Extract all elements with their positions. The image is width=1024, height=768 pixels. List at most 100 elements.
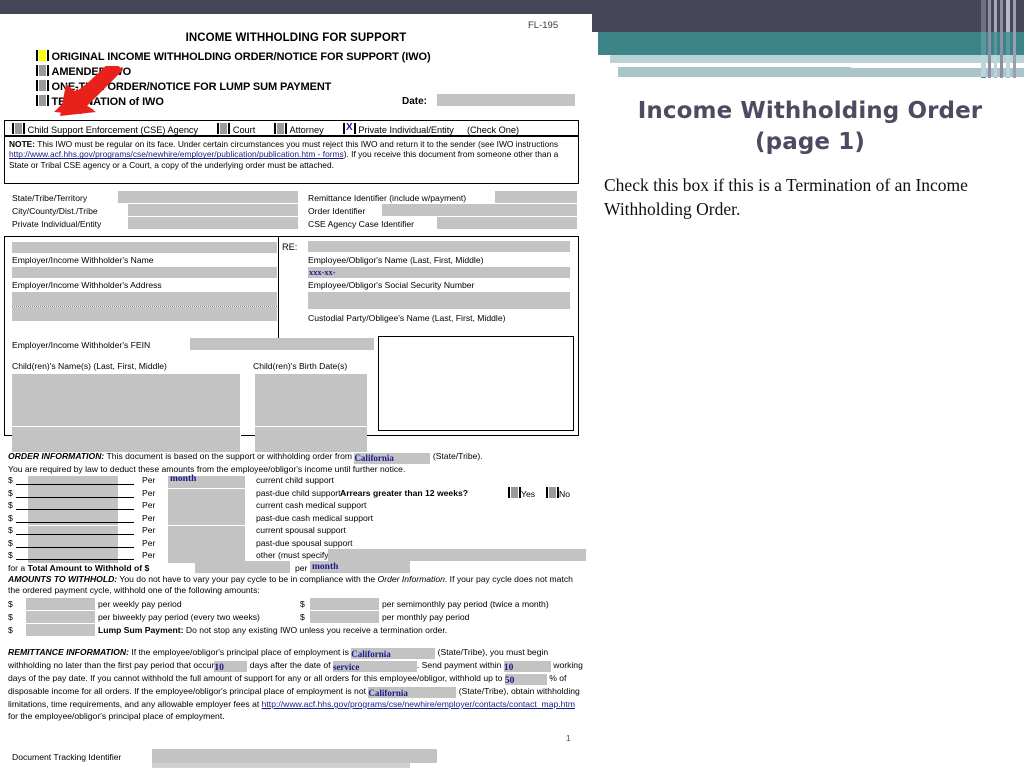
checkbox-attorney[interactable] — [274, 123, 288, 134]
semimonthly-amount-label: per semimonthly pay period (twice a mont… — [382, 599, 549, 609]
total-per-value: month — [312, 562, 339, 572]
arrears-yes-label: Yes — [521, 488, 536, 499]
checkbox-arrears-yes[interactable] — [508, 486, 521, 498]
iwo-form-image: FL-195 INCOME WITHHOLDING FOR SUPPORT OR… — [0, 14, 592, 768]
private-individual-entity-field[interactable] — [128, 217, 298, 229]
remittance-information-block: REMITTANCE INFORMATION: If the employee/… — [8, 646, 586, 722]
employer-address-line-3[interactable] — [12, 307, 277, 321]
remittance-link[interactable]: http://www.acf.hhs.gov/programs/cse/newh… — [262, 699, 575, 709]
lump-sum-amount-field[interactable] — [26, 624, 95, 636]
order-type-row-0[interactable]: ORIGINAL INCOME WITHHOLDING ORDER/NOTICE… — [36, 50, 431, 63]
employer-name-field[interactable] — [12, 242, 277, 253]
children-names-label: Child(ren)'s Name(s) (Last, First, Middl… — [12, 361, 167, 371]
remittance-state-2[interactable]: California — [368, 688, 408, 698]
total-per-label: per — [295, 563, 308, 573]
remittance-days-2[interactable]: 10 — [504, 663, 514, 673]
order-row-2-per-label: Per — [142, 500, 156, 510]
document-tracking-field[interactable] — [152, 749, 437, 763]
city-county-dist-tribe-label: City/County/Dist./Tribe — [12, 206, 98, 216]
sender-type-row[interactable]: Child Support Enforcement (CSE) Agency C… — [4, 120, 579, 136]
order-information-intro-1: This document is based on the support or… — [106, 451, 353, 461]
page-number: 1 — [566, 734, 571, 743]
weekly-amount-label: per weekly pay period — [98, 599, 182, 609]
order-information-state[interactable]: California — [354, 453, 394, 463]
checkbox-cse-agency[interactable] — [12, 123, 25, 134]
slide-title-line-1: Income Withholding Order — [637, 98, 983, 124]
employee-ssn-field[interactable]: xxx-xx- — [308, 267, 570, 278]
date-field[interactable] — [437, 94, 575, 106]
total-per-field[interactable]: month — [310, 561, 410, 573]
cse-case-identifier-label: CSE Agency Case Identifier — [308, 219, 415, 229]
biweekly-amount-label: per biweekly pay period (every two weeks… — [98, 612, 260, 622]
order-information-block: ORDER INFORMATION: This document is base… — [8, 451, 588, 475]
accent-stripe-4 — [1000, 0, 1003, 78]
children-names-field-2[interactable] — [12, 427, 240, 452]
order-row-3: $ Per past-due cash medical support — [8, 512, 374, 523]
semimonthly-amount-field[interactable] — [310, 598, 379, 610]
city-county-dist-tribe-field[interactable] — [128, 204, 298, 216]
header-band-pale-1 — [610, 55, 1024, 63]
order-rows: $ Per month current child support $ Per … — [8, 474, 588, 563]
order-row-6: $ Per other (must specify) — [8, 549, 588, 563]
remittance-identifier-field[interactable] — [495, 191, 577, 203]
checkbox-arrears-no[interactable] — [546, 486, 559, 498]
checkbox-court[interactable] — [217, 123, 231, 134]
remittance-days-1[interactable]: 10 — [214, 663, 224, 673]
amounts-to-withhold-intro: AMOUNTS TO WITHHOLD: You do not have to … — [8, 574, 586, 596]
private-individual-entity-label: Private Individual/Entity — [12, 219, 102, 229]
total-amount-line: for a Total Amount to Withhold of $ — [8, 563, 149, 573]
total-amount-field[interactable] — [195, 561, 290, 573]
remittance-identifier-label: Remittance Identifier (include w/payment… — [308, 193, 467, 203]
employer-address-field[interactable] — [12, 267, 277, 278]
checkbox-original-iwo[interactable] — [36, 50, 49, 61]
remittance-service[interactable]: service — [333, 662, 359, 672]
remittance-state-1[interactable]: California — [351, 649, 391, 659]
total-label: Total Amount to Withhold — [27, 563, 132, 573]
order-row-1-per-label: Per — [142, 487, 156, 498]
order-identifier-field[interactable] — [382, 204, 577, 216]
accent-stripe-6 — [1013, 0, 1016, 78]
slide-body-text: Check this box if this is a Termination … — [604, 174, 968, 219]
employee-ssn-value: xxx-xx- — [309, 268, 336, 277]
accent-stripe-teal-1 — [981, 32, 986, 55]
children-names-field-1[interactable] — [12, 374, 240, 426]
employer-fein-label: Employer/Income Withholder's FEIN — [12, 340, 151, 350]
employer-address-line-2[interactable] — [12, 292, 277, 306]
custodial-party-field[interactable] — [308, 292, 570, 309]
order-row-1: $ Per past-due child support - Arrears g… — [8, 486, 570, 499]
children-dob-field-2[interactable] — [255, 427, 367, 452]
monthly-amount-field[interactable] — [310, 611, 379, 623]
amounts-italic-ref: Order Information — [377, 574, 445, 584]
additional-notes-box[interactable] — [378, 336, 574, 431]
arrears-yes-group[interactable]: Yes — [508, 486, 536, 499]
note-link[interactable]: http://www.acf.hhs.gov/programs/cse/newh… — [9, 149, 344, 159]
weekly-dollar-sign: $ — [8, 599, 13, 609]
form-number: FL-195 — [528, 20, 559, 31]
order-row-6-specify-field[interactable] — [328, 549, 586, 561]
order-row-2: $ Per current cash medical support — [8, 500, 367, 510]
state-tribe-territory-field[interactable] — [118, 191, 298, 203]
remittance-percent[interactable]: 50 — [505, 676, 515, 686]
employee-name-field[interactable] — [308, 241, 570, 252]
order-row-5-description: past-due spousal support — [256, 537, 353, 548]
employee-name-label: Employee/Obligor's Name (Last, First, Mi… — [308, 255, 484, 265]
cse-case-identifier-field[interactable] — [437, 217, 577, 229]
monthly-dollar-sign: $ — [300, 612, 305, 622]
sender-label-0: Child Support Enforcement (CSE) Agency — [27, 125, 199, 135]
remittance-t4: . Send payment within — [416, 660, 502, 670]
biweekly-amount-field[interactable] — [26, 611, 95, 623]
slide-text-column: Income Withholding Order (page 1) Check … — [604, 96, 1016, 221]
lump-sum-label: Lump Sum Payment: — [98, 625, 184, 635]
sender-label-3: Private Individual/Entity — [358, 125, 454, 135]
order-row-0-per-value[interactable]: month — [170, 474, 196, 484]
checkbox-private-individual-entity[interactable]: X — [342, 122, 356, 134]
weekly-amount-field[interactable] — [26, 598, 95, 610]
amounts-text-1: You do not have to vary your pay cycle t… — [119, 574, 376, 584]
order-identifier-label: Order Identifier — [308, 206, 366, 216]
lump-dollar-sign: $ — [8, 625, 13, 635]
arrears-no-group[interactable]: No — [546, 486, 570, 499]
employer-fein-field[interactable] — [190, 338, 374, 350]
employer-address-label: Employer/Income Withholder's Address — [12, 280, 162, 290]
order-row-0: $ Per month current child support — [8, 474, 334, 485]
children-dob-field-1[interactable] — [255, 374, 367, 426]
